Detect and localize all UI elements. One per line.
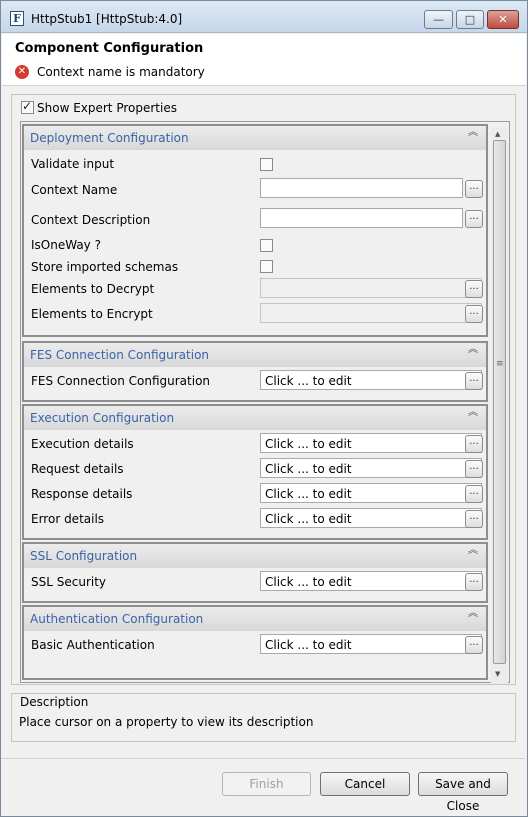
label-request-details: Request details xyxy=(31,462,124,476)
title-bar[interactable]: F HttpStub1 [HttpStub:4.0] — □ ✕ xyxy=(1,1,527,33)
store-imported-schemas-checkbox[interactable] xyxy=(260,260,273,273)
page-title: Component Configuration xyxy=(15,41,204,56)
elements-to-decrypt-input[interactable] xyxy=(260,278,482,298)
scroll-up-arrow-icon[interactable]: ▲ xyxy=(495,130,500,138)
section-title: Execution Configuration xyxy=(30,411,175,425)
close-button[interactable]: ✕ xyxy=(487,10,519,29)
collapse-icon[interactable]: ︽ xyxy=(468,128,478,138)
validate-input-checkbox[interactable] xyxy=(260,158,273,171)
error-message: Context name is mandatory xyxy=(37,65,205,79)
label-is-one-way: IsOneWay ? xyxy=(31,238,101,252)
section-header-authentication[interactable]: Authentication Configuration ︽ xyxy=(24,607,486,631)
label-context-description: Context Description xyxy=(31,213,151,227)
fes-connection-field[interactable]: Click ... to edit xyxy=(260,370,482,390)
app-icon: F xyxy=(10,11,24,26)
save-and-close-button[interactable]: Save and Close xyxy=(418,772,508,813)
error-details-edit-button[interactable]: ... xyxy=(465,510,483,528)
window-title: HttpStub1 [HttpStub:4.0] xyxy=(31,12,183,26)
response-details-edit-button[interactable]: ... xyxy=(465,485,483,503)
scrollbar-thumb[interactable] xyxy=(493,140,506,664)
section-ssl: SSL Configuration ︽ SSL Security Click .… xyxy=(22,542,488,603)
field-value: Click ... to edit xyxy=(265,437,352,451)
elements-to-decrypt-browse-button[interactable]: ... xyxy=(465,280,483,298)
description-legend: Description xyxy=(19,695,90,709)
label-response-details: Response details xyxy=(31,487,133,501)
divider xyxy=(1,758,525,759)
basic-authentication-field[interactable]: Click ... to edit xyxy=(260,634,482,654)
field-value: Click ... to edit xyxy=(265,638,352,652)
scrollbar-grip-icon: ≡ xyxy=(496,359,504,369)
section-header-fes[interactable]: FES Connection Configuration ︽ xyxy=(24,343,486,367)
minimize-button[interactable]: — xyxy=(424,10,453,29)
field-value: Click ... to edit xyxy=(265,487,352,501)
request-details-edit-button[interactable]: ... xyxy=(465,460,483,478)
field-value: Click ... to edit xyxy=(265,462,352,476)
section-title: Deployment Configuration xyxy=(30,131,189,145)
section-fes-connection: FES Connection Configuration ︽ FES Conne… xyxy=(22,341,488,402)
ssl-security-edit-button[interactable]: ... xyxy=(465,573,483,591)
context-name-input[interactable] xyxy=(260,178,463,198)
context-name-browse-button[interactable]: ... xyxy=(465,180,483,198)
ssl-security-field[interactable]: Click ... to edit xyxy=(260,571,482,591)
context-description-browse-button[interactable]: ... xyxy=(465,210,483,228)
section-header-execution[interactable]: Execution Configuration ︽ xyxy=(24,406,486,430)
collapse-icon[interactable]: ︽ xyxy=(468,408,478,418)
context-description-input[interactable] xyxy=(260,208,463,228)
cancel-button[interactable]: Cancel xyxy=(320,772,410,796)
label-context-name: Context Name xyxy=(31,183,118,197)
error-icon: ✕ xyxy=(15,65,29,79)
field-value: Click ... to edit xyxy=(265,512,352,526)
description-text: Place cursor on a property to view its d… xyxy=(19,715,314,729)
label-basic-authentication: Basic Authentication xyxy=(31,638,155,652)
finish-button[interactable]: Finish xyxy=(222,772,311,796)
label-execution-details: Execution details xyxy=(31,437,134,451)
label-elements-to-decrypt: Elements to Decrypt xyxy=(31,282,155,296)
basic-authentication-edit-button[interactable]: ... xyxy=(465,636,483,654)
section-deployment: Deployment Configuration ︽ Validate inpu… xyxy=(22,124,488,337)
label-validate-input: Validate input xyxy=(31,157,115,171)
execution-details-field[interactable]: Click ... to edit xyxy=(260,433,482,453)
label-error-details: Error details xyxy=(31,512,105,526)
field-value: Click ... to edit xyxy=(265,575,352,589)
header-banner: Component Configuration ✕ Context name i… xyxy=(2,34,526,86)
execution-details-edit-button[interactable]: ... xyxy=(465,435,483,453)
maximize-button[interactable]: □ xyxy=(456,10,484,29)
section-authentication: Authentication Configuration ︽ Basic Aut… xyxy=(22,605,488,680)
label-elements-to-encrypt: Elements to Encrypt xyxy=(31,307,153,321)
elements-to-encrypt-input[interactable] xyxy=(260,303,482,323)
section-title: Authentication Configuration xyxy=(30,612,204,626)
section-header-ssl[interactable]: SSL Configuration ︽ xyxy=(24,544,486,568)
is-one-way-checkbox[interactable] xyxy=(260,239,273,252)
show-expert-label: Show Expert Properties xyxy=(37,101,177,115)
section-header-deployment[interactable]: Deployment Configuration ︽ xyxy=(24,126,486,150)
elements-to-encrypt-browse-button[interactable]: ... xyxy=(465,305,483,323)
collapse-icon[interactable]: ︽ xyxy=(468,345,478,355)
response-details-field[interactable]: Click ... to edit xyxy=(260,483,482,503)
label-fes-connection-configuration: FES Connection Configuration xyxy=(31,374,211,388)
field-value: Click ... to edit xyxy=(265,374,352,388)
error-details-field[interactable]: Click ... to edit xyxy=(260,508,482,528)
section-execution: Execution Configuration ︽ Execution deta… xyxy=(22,404,488,540)
show-expert-checkbox[interactable] xyxy=(21,99,34,114)
request-details-field[interactable]: Click ... to edit xyxy=(260,458,482,478)
section-title: SSL Configuration xyxy=(30,549,138,563)
section-title: FES Connection Configuration xyxy=(30,348,210,362)
collapse-icon[interactable]: ︽ xyxy=(468,609,478,619)
fes-connection-edit-button[interactable]: ... xyxy=(465,372,483,390)
label-store-imported-schemas: Store imported schemas xyxy=(31,260,179,274)
label-ssl-security: SSL Security xyxy=(31,575,107,589)
collapse-icon[interactable]: ︽ xyxy=(468,546,478,556)
scroll-down-arrow-icon[interactable]: ▼ xyxy=(495,670,500,678)
